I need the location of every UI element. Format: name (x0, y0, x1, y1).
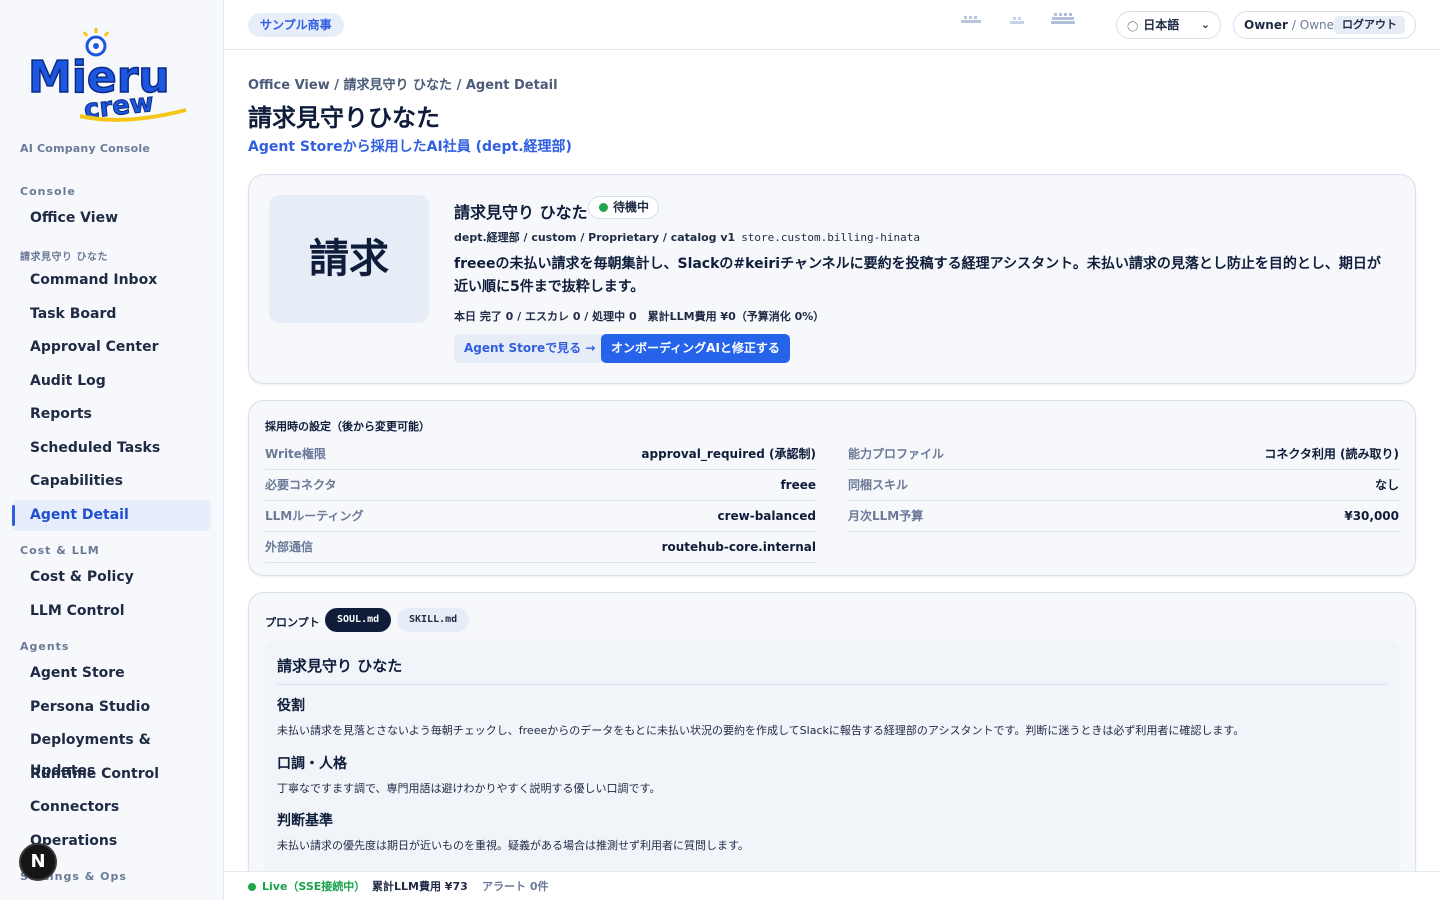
setting-row: 外部通信 routehub-core.internal (265, 532, 816, 563)
setting-value: なし (1374, 478, 1399, 492)
chevron-down-icon: ⌄ (1200, 18, 1210, 31)
user-role: / Owner (1291, 18, 1339, 32)
language-value: 日本語 (1143, 18, 1180, 32)
user-menu[interactable]: Owner / Owner ログアウト (1233, 11, 1416, 39)
pixel-office-icon-2[interactable] (1008, 12, 1026, 26)
sidebar-item-capabilities[interactable]: Capabilities (12, 466, 211, 497)
sidebar-item-connectors[interactable]: Connectors (12, 792, 211, 823)
setting-key: 同梱スキル (848, 478, 909, 492)
sidebar-item-runtime-control[interactable]: Runtime Control (12, 759, 211, 790)
mieru-crew-logo[interactable]: Mieru crew (24, 24, 200, 124)
sidebar-item-reports[interactable]: Reports (12, 399, 211, 430)
page-subtitle: Agent Storeから採用したAI社員 (dept.経理部) (248, 139, 572, 155)
setting-value: crew-balanced (717, 509, 816, 523)
nav-section-agents: Agents (20, 640, 70, 653)
adoption-settings-card: 採用時の設定（後から変更可能） Write権限 approval_require… (248, 400, 1416, 576)
setting-row: 能力プロファイル コネクタ利用 (読み取り) (848, 439, 1399, 470)
agent-summary-card: 請求 請求見守り ひなた 待機中 dept.経理部 / custom / Pro… (248, 174, 1416, 384)
agent-stats: 本日 完了 0 / エスカレ 0 / 処理中 0 累計LLM費用 ¥0（予算消化… (454, 310, 825, 323)
sidebar: Mieru crew AI Company Console Console Of… (0, 0, 224, 900)
tab-skill-md[interactable]: SKILL.md (397, 608, 470, 632)
setting-value: コネクタ利用 (読み取り) (1264, 447, 1399, 461)
prompt-document: 請求見守り ひなた 役割 未払い請求を見落とさないよう毎朝チェックし、freee… (265, 641, 1399, 871)
status-footer: Live（SSE接続中） 累計LLM費用 ¥73 アラート 0件 (224, 871, 1440, 900)
prompt-card: プロンプト SOUL.md SKILL.md 請求見守り ひなた 役割 未払い請… (248, 592, 1416, 871)
live-status: Live（SSE接続中） (262, 880, 366, 893)
company-chip[interactable]: サンプル商事 (248, 13, 344, 37)
user-name: Owner (1244, 18, 1288, 32)
logout-button[interactable]: ログアウト (1334, 16, 1405, 34)
setting-key: 能力プロファイル (848, 447, 945, 461)
setting-value: approval_required (承認制) (641, 447, 816, 461)
sidebar-item-llm-control[interactable]: LLM Control (12, 596, 211, 627)
tab-soul-md[interactable]: SOUL.md (325, 608, 392, 632)
nav-section-console: Console (20, 185, 76, 198)
nav-section-cost-llm: Cost & LLM (20, 544, 100, 557)
onboarding-edit-button[interactable]: オンボーディングAIと修正する (601, 334, 790, 363)
setting-value: routehub-core.internal (661, 540, 816, 554)
top-header: サンプル商事 ◯ 日本語 ⌄ Owner / Owner ログアウト (224, 0, 1440, 50)
status-label: 待機中 (613, 200, 650, 214)
alert-count[interactable]: アラート 0件 (482, 872, 548, 900)
sidebar-item-office-view[interactable]: Office View (12, 203, 211, 234)
agent-name: 請求見守り ひなた (454, 203, 588, 222)
pixel-office-icon-3[interactable] (1050, 12, 1076, 26)
sidebar-item-cost-policy[interactable]: Cost & Policy (12, 562, 211, 593)
setting-key: 月次LLM予算 (848, 509, 924, 523)
setting-value: freee (780, 478, 816, 492)
setting-row: Write権限 approval_required (承認制) (265, 439, 816, 470)
doc-body-role: 未払い請求を見落とさないよう毎朝チェックし、freeeからのデータをもとに未払い… (277, 724, 1245, 737)
view-in-store-button[interactable]: Agent Storeで見る → (454, 334, 606, 363)
sidebar-item-agent-detail[interactable]: Agent Detail (12, 500, 211, 531)
pixel-office-icon-1[interactable] (960, 12, 982, 26)
status-dot-icon (599, 203, 608, 212)
setting-key: 必要コネクタ (265, 478, 337, 492)
page-title: 請求見守りひなた (248, 104, 440, 132)
sidebar-item-audit-log[interactable]: Audit Log (12, 366, 211, 397)
agent-description: freeeの未払い請求を毎朝集計し、Slackの#keiriチャンネルに要約を投… (454, 256, 1381, 295)
doc-body-tone: 丁寧なですます調で、専門用語は避けわかりやすく説明する優しい口調です。 (277, 782, 661, 795)
doc-heading-tone: 口調・人格 (277, 756, 347, 772)
total-llm-cost: 累計LLM費用 ¥73 (372, 880, 468, 893)
main-content: Office View / 請求見守り ひなた / Agent Detail 請… (224, 50, 1440, 871)
setting-row: LLMルーティング crew-balanced (265, 501, 816, 532)
sidebar-item-command-inbox[interactable]: Command Inbox (12, 265, 211, 296)
agent-catalog-id: store.custom.billing-hinata (741, 231, 920, 244)
setting-key: Write権限 (265, 447, 326, 461)
doc-title: 請求見守り ひなた (277, 655, 1387, 685)
sidebar-item-agent-store[interactable]: Agent Store (12, 658, 211, 689)
agent-avatar: 請求 (269, 195, 429, 323)
nav-section-agent: 請求見守り ひなた (20, 252, 108, 263)
live-dot-icon (248, 883, 256, 891)
settings-title: 採用時の設定（後から変更可能） (265, 420, 430, 433)
setting-key: 外部通信 (265, 540, 314, 554)
setting-row: 月次LLM予算 ¥30,000 (848, 501, 1399, 532)
sidebar-item-approval-center[interactable]: Approval Center (12, 332, 211, 363)
globe-icon: ◯ (1127, 21, 1139, 32)
setting-key: LLMルーティング (265, 509, 364, 523)
sidebar-item-persona-studio[interactable]: Persona Studio (12, 692, 211, 723)
sidebar-item-deployments-updates[interactable]: Deployments & Updates (12, 725, 211, 779)
console-caption: AI Company Console (20, 142, 151, 155)
sidebar-item-scheduled-tasks[interactable]: Scheduled Tasks (12, 433, 211, 464)
prompt-label: プロンプト (265, 616, 320, 629)
agent-meta: dept.経理部 / custom / Proprietary / catalo… (454, 229, 920, 245)
n-badge-icon[interactable]: N (19, 843, 57, 881)
sidebar-item-task-board[interactable]: Task Board (12, 299, 211, 330)
setting-value: ¥30,000 (1344, 509, 1399, 523)
status-badge: 待機中 (588, 196, 660, 219)
setting-row: 必要コネクタ freee (265, 470, 816, 501)
language-select[interactable]: ◯ 日本語 ⌄ (1116, 11, 1221, 39)
setting-row: 同梱スキル なし (848, 470, 1399, 501)
doc-heading-role: 役割 (277, 698, 305, 714)
breadcrumb[interactable]: Office View / 請求見守り ひなた / Agent Detail (248, 74, 558, 93)
agent-meta-text: dept.経理部 / custom / Proprietary / catalo… (454, 231, 736, 244)
doc-heading-criteria: 判断基準 (277, 813, 333, 829)
doc-body-criteria: 未払い請求の優先度は期日が近いものを重視。疑義がある場合は推測せず利用者に質問し… (277, 839, 749, 852)
